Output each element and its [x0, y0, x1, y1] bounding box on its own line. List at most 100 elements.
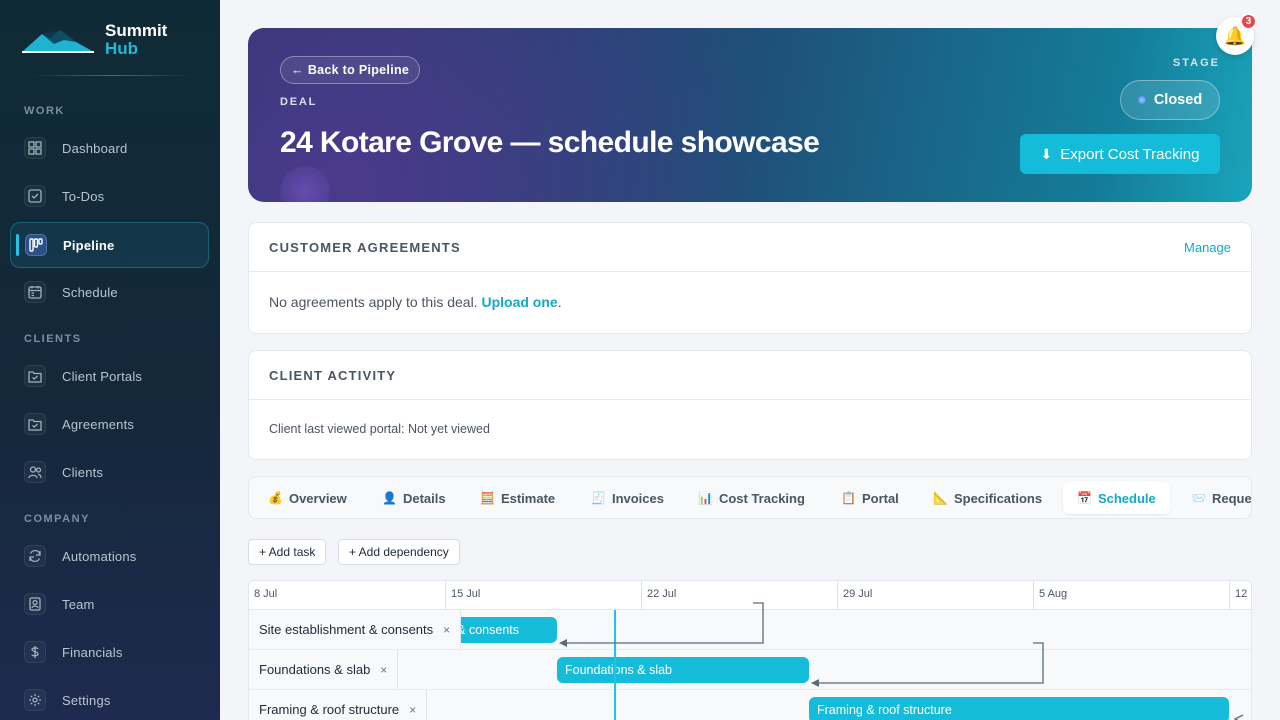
- sidebar-item-label: Pipeline: [63, 237, 115, 253]
- tab-label: Overview: [288, 490, 347, 506]
- active-indicator: [16, 234, 19, 256]
- export-cost-tracking-button[interactable]: ⬇ Export Cost Tracking: [1020, 134, 1220, 174]
- tab-label: Schedule: [1097, 490, 1156, 506]
- sidebar-item-clients[interactable]: Clients: [10, 449, 209, 495]
- pipeline-icon: [25, 234, 47, 256]
- sidebar-item-dashboard[interactable]: Dashboard: [10, 125, 209, 171]
- client-activity-card: CLIENT ACTIVITY Client last viewed porta…: [248, 350, 1252, 460]
- notification-count-badge: 3: [1240, 13, 1257, 30]
- envelope-icon: 📨: [1191, 491, 1206, 505]
- task-row: Framing & roof structure × Framing & roo…: [249, 690, 1251, 720]
- checkbox-icon: [24, 185, 46, 207]
- agreement-icon: [24, 413, 46, 435]
- tab-label: Invoices: [611, 490, 664, 506]
- task-name-cell: Foundations & slab ×: [249, 650, 399, 689]
- section-label-clients: CLIENTS: [24, 333, 82, 345]
- agreements-empty-text: No agreements apply to this deal.: [269, 294, 478, 310]
- task-name-cell: Framing & roof structure ×: [249, 690, 428, 720]
- tab-estimate[interactable]: 🧮 Estimate: [466, 482, 569, 514]
- export-button-label: Export Cost Tracking: [1060, 145, 1200, 163]
- calendar-icon: 📅: [1077, 491, 1092, 505]
- sidebar-item-label: Settings: [62, 692, 111, 708]
- add-task-button[interactable]: + Add task: [248, 539, 327, 565]
- task-name: Foundations & slab: [259, 662, 371, 677]
- task-name: Site establishment & consents: [259, 622, 434, 637]
- sidebar-item-pipeline[interactable]: Pipeline: [10, 222, 209, 268]
- remove-task-icon[interactable]: ×: [409, 703, 416, 717]
- sidebar-item-todos[interactable]: To-Dos: [10, 173, 209, 219]
- add-dependency-button[interactable]: + Add dependency: [338, 539, 460, 565]
- task-bar[interactable]: Framing & roof structure: [809, 697, 1229, 720]
- week-label: 5 Aug: [1033, 581, 1067, 610]
- customer-agreements-card: CUSTOMER AGREEMENTS Manage No agreements…: [248, 222, 1252, 334]
- back-button-label: Back to Pipeline: [307, 63, 410, 77]
- stage-value: Closed: [1153, 92, 1203, 108]
- sidebar-item-label: Financials: [62, 644, 123, 660]
- gear-icon: [24, 689, 46, 711]
- tab-overview[interactable]: 💰 Overview: [254, 482, 361, 514]
- sidebar-item-label: Clients: [62, 464, 104, 480]
- task-name: Framing & roof structure: [259, 702, 400, 717]
- tab-label: Cost Tracking: [718, 490, 805, 506]
- week-label: 8 Jul: [254, 588, 278, 600]
- upload-agreement-link[interactable]: Upload one: [481, 294, 557, 310]
- abacus-icon: 🧮: [480, 491, 495, 505]
- remove-task-icon[interactable]: ×: [380, 663, 387, 677]
- arrow-left-icon: ←: [291, 63, 304, 77]
- sidebar-item-label: Automations: [62, 548, 137, 564]
- deal-tabs: 💰 Overview 👤 Details 🧮 Estimate 🧾 Invoices 📊…: [248, 476, 1252, 519]
- tab-specifications[interactable]: 📐 Specifications: [919, 482, 1056, 514]
- tab-details[interactable]: 👤 Details: [368, 482, 460, 514]
- tab-cost-tracking[interactable]: 📊 Cost Tracking: [684, 482, 819, 514]
- badge-icon: [24, 593, 46, 615]
- card-title: CUSTOMER AGREEMENTS: [269, 239, 461, 255]
- refresh-icon: [24, 545, 46, 567]
- deal-header: ← Back to Pipeline DEAL 24 Kotare Grove …: [248, 28, 1252, 202]
- remove-task-icon[interactable]: ×: [443, 623, 450, 637]
- sidebar-item-agreements[interactable]: Agreements: [10, 401, 209, 447]
- task-name-cell: Site establishment & consents ×: [249, 610, 462, 649]
- stage-selector[interactable]: Closed: [1120, 80, 1220, 120]
- agreements-period: .: [557, 294, 562, 310]
- sidebar-item-automations[interactable]: Automations: [10, 533, 209, 579]
- bar-chart-icon: 📊: [698, 491, 713, 505]
- back-to-pipeline-button[interactable]: ← Back to Pipeline: [280, 56, 421, 84]
- page-title: 24 Kotare Grove — schedule showcase: [280, 126, 820, 159]
- card-title: CLIENT ACTIVITY: [269, 367, 397, 383]
- mountain-logo-icon: [22, 30, 94, 53]
- sidebar-item-team[interactable]: Team: [10, 581, 209, 627]
- brand[interactable]: Summit Hub: [20, 18, 200, 62]
- section-label-work: WORK: [24, 105, 65, 117]
- schedule-gantt: 8 Jul 15 Jul 22 Jul 29 Jul 5 Aug 12 Aug …: [248, 580, 1252, 720]
- tab-label: Details: [402, 490, 446, 506]
- grid-icon: [24, 137, 46, 159]
- tab-requests[interactable]: 📨 Requests: [1177, 482, 1251, 514]
- task-bar-label: Foundations & slab: [565, 663, 673, 677]
- sidebar-item-client-portals[interactable]: Client Portals: [10, 353, 209, 399]
- client-activity-text: Client last viewed portal: Not yet viewe…: [269, 422, 490, 436]
- stage-label: STAGE: [1172, 57, 1220, 69]
- users-icon: [24, 461, 46, 483]
- notifications-button[interactable]: 🔔 3: [1216, 13, 1257, 55]
- manage-agreements-link[interactable]: Manage: [1184, 240, 1231, 255]
- sidebar-item-schedule[interactable]: Schedule: [10, 269, 209, 315]
- tab-portal[interactable]: 📋 Portal: [827, 482, 913, 514]
- sidebar-item-financials[interactable]: Financials: [10, 629, 209, 675]
- tab-schedule[interactable]: 📅 Schedule: [1063, 482, 1170, 514]
- calendar-icon: [24, 281, 46, 303]
- stage-dot-icon: [1137, 96, 1146, 104]
- section-label-company: COMPANY: [24, 513, 90, 525]
- task-bar[interactable]: Foundations & slab: [557, 657, 809, 683]
- sidebar-item-label: Schedule: [62, 284, 118, 300]
- gantt-timeline-header: 8 Jul 15 Jul 22 Jul 29 Jul 5 Aug 12 Aug: [249, 581, 1251, 626]
- brand-divider: [30, 75, 195, 76]
- sidebar-item-label: Agreements: [62, 416, 135, 432]
- sidebar-item-label: Team: [62, 596, 95, 612]
- week-label: 29 Jul: [837, 581, 872, 610]
- task-row: Site establishment & consents × Site est…: [249, 610, 1251, 650]
- sidebar-item-settings[interactable]: Settings: [10, 677, 209, 720]
- ruler-icon: 📐: [933, 491, 948, 505]
- dollar-icon: [24, 641, 46, 663]
- tab-invoices[interactable]: 🧾 Invoices: [577, 482, 678, 514]
- sidebar: Summit Hub WORK Dashboard To-Dos Pipelin…: [0, 0, 220, 720]
